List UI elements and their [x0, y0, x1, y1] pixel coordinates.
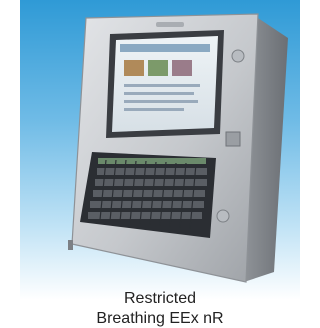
screen-text-line	[124, 92, 194, 95]
cable-gland	[68, 240, 73, 250]
screen-thumbnail	[172, 60, 192, 76]
screen-thumbnail	[148, 60, 168, 76]
screen-thumbnail	[124, 60, 144, 76]
caption-line-1: Restricted	[123, 290, 197, 307]
mounting-screw-icon	[216, 209, 230, 223]
connector-port-icon	[225, 131, 241, 147]
top-badge	[156, 22, 184, 27]
screen-text-line	[124, 84, 200, 87]
screen-text-line	[124, 108, 184, 111]
screen-text-line	[124, 100, 198, 103]
screen-header-bar	[120, 44, 210, 52]
caption-line-2: Breathing EEx nR	[96, 310, 224, 327]
industrial-terminal-photo	[68, 13, 288, 283]
blue-gradient-background	[20, 0, 300, 300]
mounting-screw-icon	[231, 49, 245, 63]
